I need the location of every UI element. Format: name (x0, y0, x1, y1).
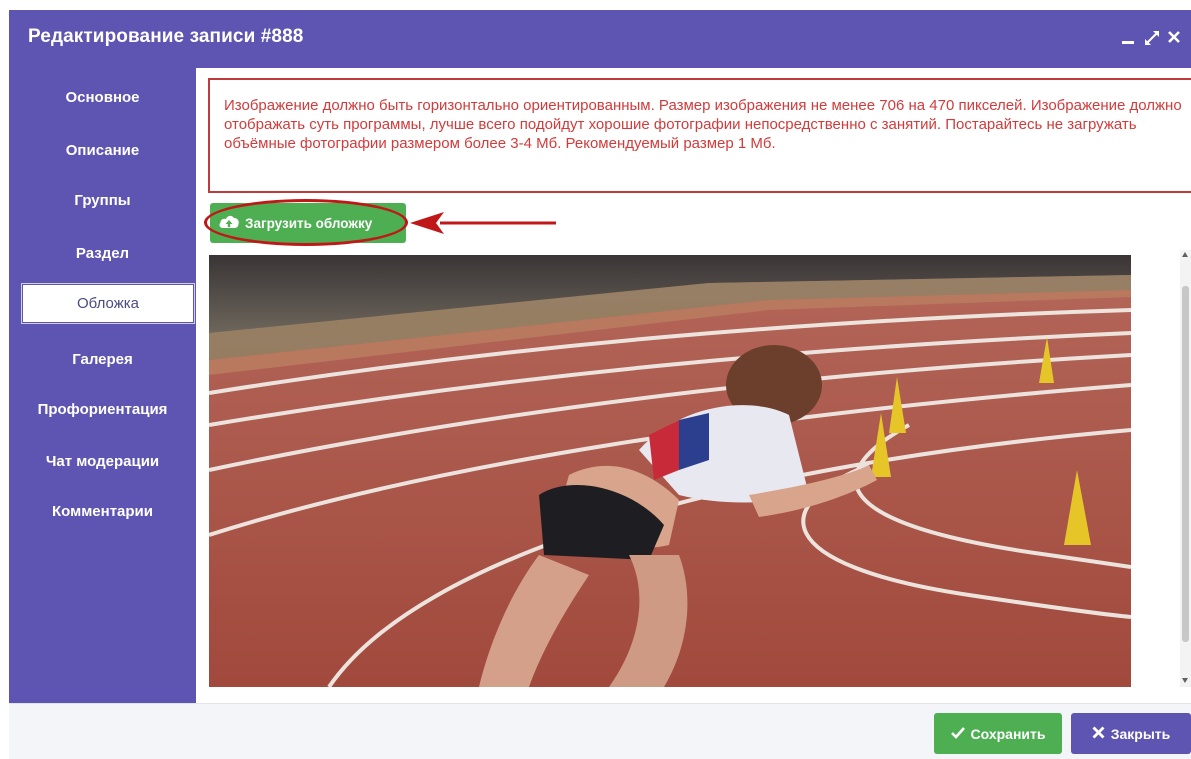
sidebar-item-section[interactable]: Раздел (9, 245, 196, 262)
scroll-down-arrow-icon[interactable] (1182, 678, 1188, 683)
cover-image (209, 255, 1131, 687)
outer-frame-left (0, 0, 9, 759)
sidebar-item-groups[interactable]: Группы (9, 192, 196, 209)
pointer-arrow (410, 212, 556, 234)
edit-record-dialog: Редактирование записи #888 Основное Опис… (9, 10, 1191, 759)
sidebar-item-gallery[interactable]: Галерея (9, 351, 196, 368)
minimize-icon[interactable] (1121, 27, 1135, 47)
sidebar-item-cover[interactable]: Обложка (21, 283, 195, 324)
save-button[interactable]: Сохранить (934, 713, 1062, 754)
dialog-titlebar: Редактирование записи #888 (9, 10, 1191, 68)
sidebar-nav: Основное Описание Группы Раздел Обложка … (9, 68, 196, 703)
scroll-up-arrow-icon[interactable] (1182, 252, 1188, 257)
maximize-icon[interactable] (1144, 27, 1159, 47)
image-requirements-notice: Изображение должно быть горизонтально ор… (208, 78, 1191, 193)
sidebar-item-moderation-chat[interactable]: Чат модерации (9, 453, 196, 470)
dialog-footer: Сохранить Закрыть (9, 703, 1191, 759)
content-panel: Изображение должно быть горизонтально ор… (196, 68, 1191, 703)
close-x-icon (1092, 726, 1105, 742)
save-label: Сохранить (970, 725, 1046, 742)
dialog-title: Редактирование записи #888 (28, 26, 304, 47)
outer-frame-top (0, 0, 1191, 10)
checkmark-icon (950, 726, 965, 742)
sidebar-item-career-guidance[interactable]: Профориентация (9, 401, 196, 418)
sidebar-item-description[interactable]: Описание (9, 142, 196, 159)
close-icon[interactable] (1167, 27, 1181, 47)
highlight-ring (204, 199, 408, 246)
close-button[interactable]: Закрыть (1071, 713, 1191, 754)
sidebar-item-main[interactable]: Основное (9, 89, 196, 106)
close-label: Закрыть (1110, 725, 1171, 742)
scroll-thumb[interactable] (1182, 286, 1189, 642)
sidebar-item-comments[interactable]: Комментарии (9, 503, 196, 520)
window-controls (1121, 27, 1181, 47)
image-scrollbar[interactable] (1180, 250, 1191, 687)
